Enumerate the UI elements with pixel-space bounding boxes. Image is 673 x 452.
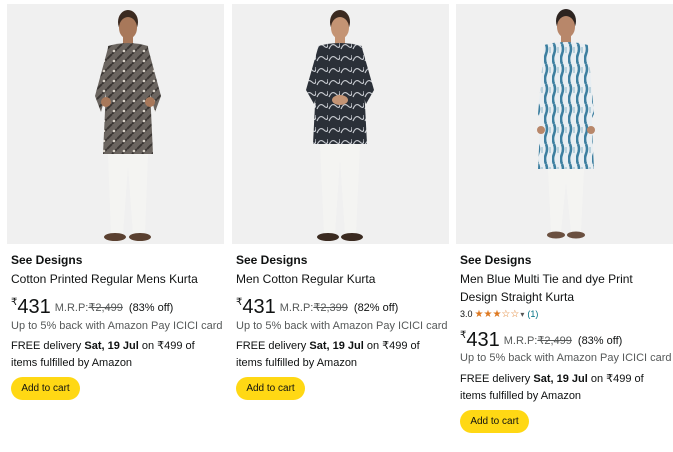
delivery-prefix: FREE delivery: [460, 373, 531, 385]
delivery-prefix: FREE delivery: [236, 340, 307, 352]
delivery-date: Sat, 19 Jul: [533, 373, 588, 385]
chevron-down-icon[interactable]: ▾: [520, 310, 524, 319]
model-illustration: [95, 10, 161, 241]
discount-text: (82% off): [353, 302, 399, 314]
model-illustration: [306, 10, 374, 241]
add-to-cart-button[interactable]: Add to cart: [11, 377, 80, 400]
mrp-label: M.R.P:: [279, 302, 314, 314]
mrp-value: ₹2,399: [313, 302, 348, 314]
price-row: ₹ 431 M.R.P: ₹2,499 (83% off): [11, 295, 173, 317]
brand-name[interactable]: See Designs: [11, 253, 82, 268]
cashback-offer: Up to 5% back with Amazon Pay ICICI card: [460, 352, 672, 364]
price[interactable]: 431: [466, 330, 499, 350]
cashback-offer: Up to 5% back with Amazon Pay ICICI card: [236, 320, 448, 332]
product-card: See Designs Men Cotton Regular Kurta ₹ 4…: [232, 0, 449, 452]
star-rating-icon[interactable]: ★★★☆☆: [475, 309, 520, 320]
delivery-info: FREE delivery Sat, 19 Jul on ₹499 of ite…: [11, 338, 224, 372]
product-title[interactable]: Men Cotton Regular Kurta: [236, 270, 449, 288]
product-image[interactable]: [456, 4, 673, 244]
rating-value: 3.0: [460, 309, 473, 319]
product-image[interactable]: [7, 4, 224, 244]
product-card: See Designs Men Blue Multi Tie and dye P…: [456, 0, 673, 452]
price[interactable]: 431: [17, 297, 50, 317]
add-to-cart-button[interactable]: Add to cart: [460, 410, 529, 433]
delivery-info: FREE delivery Sat, 19 Jul on ₹499 of ite…: [236, 338, 449, 372]
mrp-value: ₹2,499: [88, 302, 123, 314]
rating-row[interactable]: 3.0 ★★★☆☆ ▾ (1): [460, 308, 538, 320]
mrp-label: M.R.P:: [54, 302, 89, 314]
price-row: ₹ 431 M.R.P: ₹2,399 (82% off): [236, 295, 398, 317]
delivery-date: Sat, 19 Jul: [84, 340, 139, 352]
price[interactable]: 431: [242, 297, 275, 317]
discount-text: (83% off): [128, 302, 174, 314]
product-image[interactable]: [232, 4, 449, 244]
brand-name[interactable]: See Designs: [236, 253, 307, 268]
brand-name[interactable]: See Designs: [460, 253, 531, 268]
price-row: ₹ 431 M.R.P: ₹2,499 (83% off): [460, 328, 622, 350]
cashback-offer: Up to 5% back with Amazon Pay ICICI card: [11, 320, 223, 332]
mrp-value: ₹2,499: [537, 335, 572, 347]
product-card: See Designs Cotton Printed Regular Mens …: [7, 0, 224, 452]
delivery-info: FREE delivery Sat, 19 Jul on ₹499 of ite…: [460, 371, 673, 405]
product-title[interactable]: Men Blue Multi Tie and dye Print Design …: [460, 270, 673, 306]
model-illustration: [537, 9, 595, 239]
mrp-label: M.R.P:: [503, 335, 538, 347]
delivery-prefix: FREE delivery: [11, 340, 82, 352]
product-title[interactable]: Cotton Printed Regular Mens Kurta: [11, 270, 224, 288]
discount-text: (83% off): [577, 335, 623, 347]
rating-count[interactable]: (1): [527, 309, 538, 319]
add-to-cart-button[interactable]: Add to cart: [236, 377, 305, 400]
delivery-date: Sat, 19 Jul: [309, 340, 364, 352]
